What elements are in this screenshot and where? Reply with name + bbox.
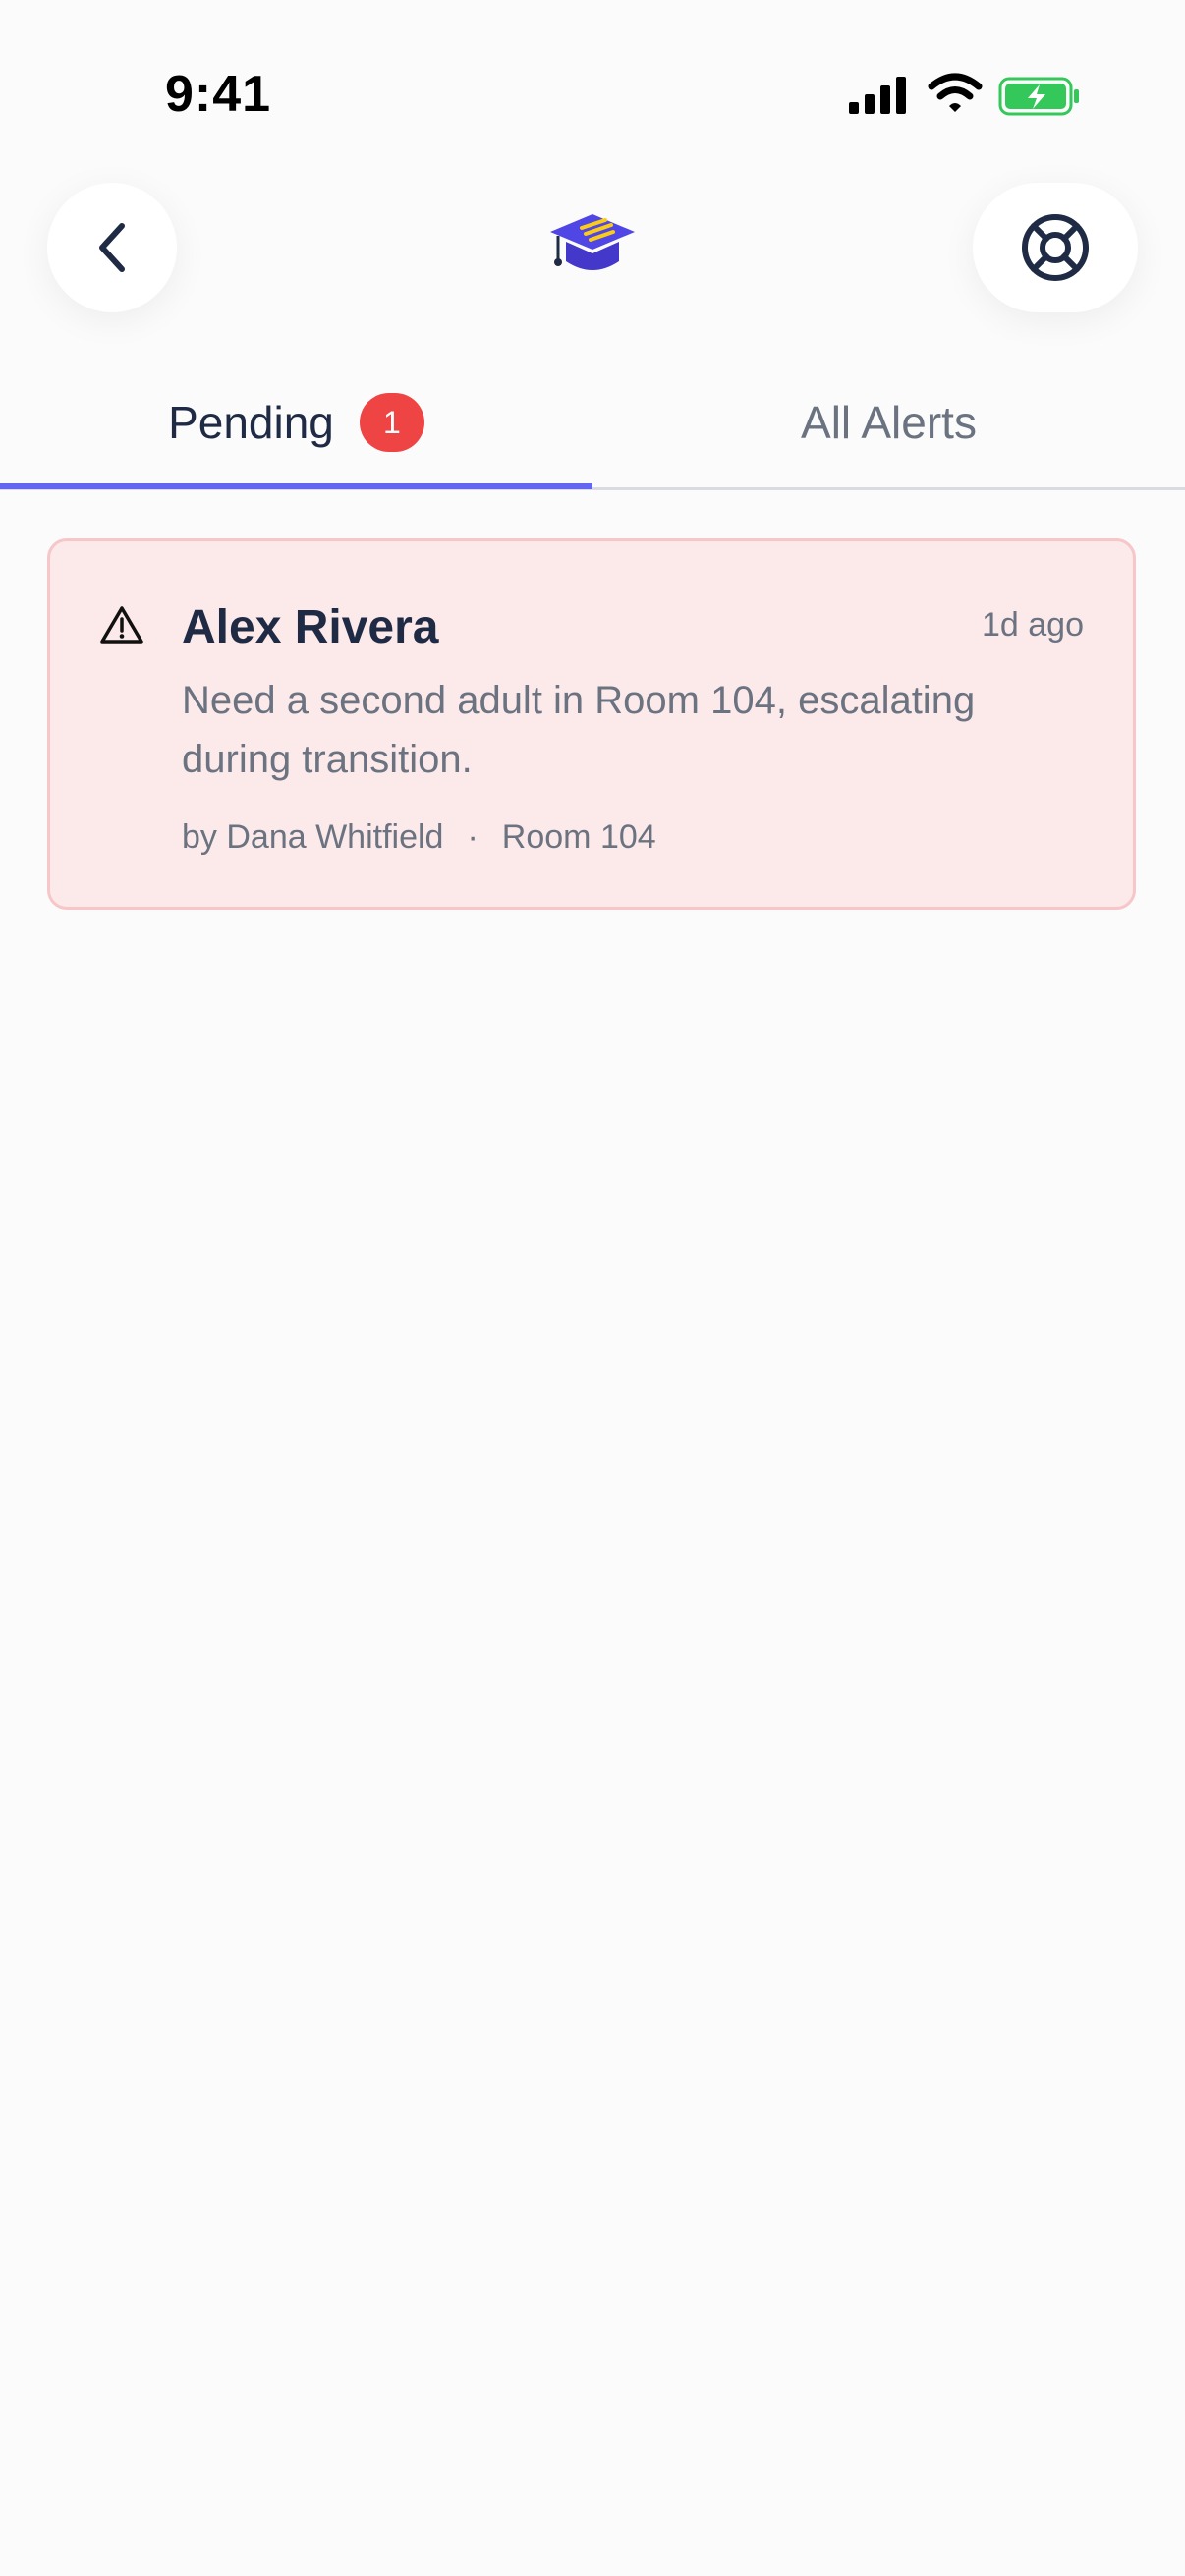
active-tab-indicator (0, 483, 592, 489)
alert-message: Need a second adult in Room 104, escalat… (182, 679, 976, 781)
alert-location: Room 104 (501, 818, 656, 856)
alert-student-name: Alex Rivera (182, 601, 439, 653)
meta-separator: · (467, 818, 479, 856)
alert-timestamp: 1d ago (982, 606, 1084, 644)
graduation-cap-icon (550, 214, 635, 270)
wifi-icon (928, 73, 983, 112)
status-time: 9:41 (165, 66, 272, 123)
help-button[interactable] (973, 183, 1138, 312)
chevron-left-icon (99, 223, 125, 272)
tab-all-alerts-label: All Alerts (801, 397, 977, 448)
tab-pending[interactable]: Pending 1 (0, 354, 592, 491)
tab-pending-label: Pending (168, 397, 334, 448)
alert-author: by Dana Whitfield (182, 818, 444, 856)
alert-card[interactable]: Alex Rivera 1d ago Need a second adult i… (47, 538, 1136, 910)
pending-count-badge: 1 (359, 393, 424, 452)
status-bar: 9:41 (0, 0, 1185, 187)
back-button[interactable] (47, 183, 177, 312)
tab-bar: Pending 1 All Alerts (0, 354, 1185, 491)
lifebuoy-icon (1022, 214, 1089, 281)
cellular-signal-icon (849, 77, 906, 114)
warning-triangle-icon (100, 606, 143, 644)
tab-all-alerts[interactable]: All Alerts (592, 354, 1185, 491)
battery-charging-icon (998, 77, 1079, 116)
alert-meta: by Dana Whitfield · Room 104 (182, 818, 656, 857)
